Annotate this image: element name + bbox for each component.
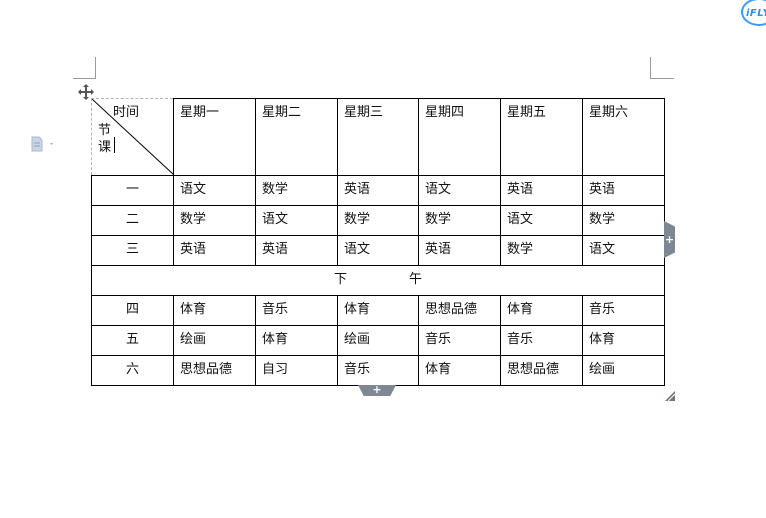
schedule-table[interactable]: 时间 节 课 星期一 星期二 星期三 星期四 星期五 星期六 一 语文 数学 英… — [91, 98, 665, 386]
table-row: 四 体育 音乐 体育 思想品德 体育 音乐 — [91, 295, 665, 326]
day-header[interactable]: 星期三 — [337, 98, 419, 176]
afternoon-label-cell[interactable]: 下午 — [91, 265, 665, 296]
period-cell[interactable]: 四 — [91, 295, 174, 326]
class-cell[interactable]: 语文 — [418, 175, 501, 206]
class-cell[interactable]: 英语 — [173, 235, 256, 266]
class-cell[interactable]: 体育 — [337, 295, 419, 326]
time-label: 时间 — [113, 105, 140, 120]
period-cell[interactable]: 六 — [91, 355, 174, 386]
header-row: 时间 节 课 星期一 星期二 星期三 星期四 星期五 星期六 — [91, 98, 665, 176]
class-cell[interactable]: 音乐 — [582, 295, 665, 326]
resize-handle-icon[interactable] — [665, 386, 676, 402]
class-cell[interactable]: 语文 — [255, 205, 338, 236]
class-cell[interactable]: 数学 — [337, 205, 419, 236]
day-header[interactable]: 星期五 — [500, 98, 583, 176]
table-row: 五 绘画 体育 绘画 音乐 音乐 体育 — [91, 325, 665, 356]
table-row: 二 数学 语文 数学 数学 语文 数学 — [91, 205, 665, 236]
class-cell[interactable]: 绘画 — [173, 325, 256, 356]
period-cell[interactable]: 二 — [91, 205, 174, 236]
class-cell[interactable]: 语文 — [173, 175, 256, 206]
day-header[interactable]: 星期四 — [418, 98, 501, 176]
class-cell[interactable]: 思想品德 — [500, 355, 583, 386]
class-cell[interactable]: 音乐 — [500, 325, 583, 356]
period-label-2: 课 — [98, 140, 112, 155]
class-cell[interactable]: 语文 — [582, 235, 665, 266]
ifly-logo[interactable]: iFLY — [741, 0, 766, 26]
page-corner-top-left — [73, 57, 96, 79]
afternoon-label-char-2: 午 — [409, 272, 423, 287]
class-cell[interactable]: 英语 — [337, 175, 419, 206]
add-row-button[interactable]: + — [358, 385, 396, 396]
class-cell[interactable]: 音乐 — [337, 355, 419, 386]
class-cell[interactable]: 语文 — [337, 235, 419, 266]
page-corner-top-right — [650, 57, 674, 79]
day-header[interactable]: 星期一 — [173, 98, 256, 176]
class-cell[interactable]: 自习 — [255, 355, 338, 386]
afternoon-divider-row: 下午 — [91, 265, 665, 296]
class-cell[interactable]: 数学 — [582, 205, 665, 236]
class-cell[interactable]: 音乐 — [255, 295, 338, 326]
class-cell[interactable]: 英语 — [500, 175, 583, 206]
class-cell[interactable]: 思想品德 — [173, 355, 256, 386]
day-header[interactable]: 星期二 — [255, 98, 338, 176]
text-caret — [114, 137, 115, 153]
class-cell[interactable]: 绘画 — [582, 355, 665, 386]
day-header[interactable]: 星期六 — [582, 98, 665, 176]
class-cell[interactable]: 英语 — [418, 235, 501, 266]
add-column-button[interactable]: + — [664, 221, 675, 258]
class-cell[interactable]: 语文 — [500, 205, 583, 236]
class-cell[interactable]: 英语 — [582, 175, 665, 206]
class-cell[interactable]: 体育 — [418, 355, 501, 386]
class-cell[interactable]: 数学 — [418, 205, 501, 236]
class-cell[interactable]: 数学 — [255, 175, 338, 206]
class-cell[interactable]: 体育 — [582, 325, 665, 356]
period-cell[interactable]: 一 — [91, 175, 174, 206]
table-row: 六 思想品德 自习 音乐 体育 思想品德 绘画 — [91, 355, 665, 386]
class-cell[interactable]: 音乐 — [418, 325, 501, 356]
period-cell[interactable]: 五 — [91, 325, 174, 356]
document-icon[interactable] — [30, 136, 58, 152]
period-cell[interactable]: 三 — [91, 235, 174, 266]
class-cell[interactable]: 数学 — [500, 235, 583, 266]
class-cell[interactable]: 体育 — [500, 295, 583, 326]
table-row: 三 英语 英语 语文 英语 数学 语文 — [91, 235, 665, 266]
class-cell[interactable]: 体育 — [173, 295, 256, 326]
afternoon-label: 下午 — [334, 272, 422, 287]
table-row: 一 语文 数学 英语 语文 英语 英语 — [91, 175, 665, 206]
afternoon-label-char-1: 下 — [333, 272, 347, 287]
class-cell[interactable]: 思想品德 — [418, 295, 501, 326]
class-cell[interactable]: 体育 — [255, 325, 338, 356]
diagonal-header-cell[interactable]: 时间 节 课 — [91, 98, 174, 176]
class-cell[interactable]: 数学 — [173, 205, 256, 236]
class-cell[interactable]: 绘画 — [337, 325, 419, 356]
class-cell[interactable]: 英语 — [255, 235, 338, 266]
